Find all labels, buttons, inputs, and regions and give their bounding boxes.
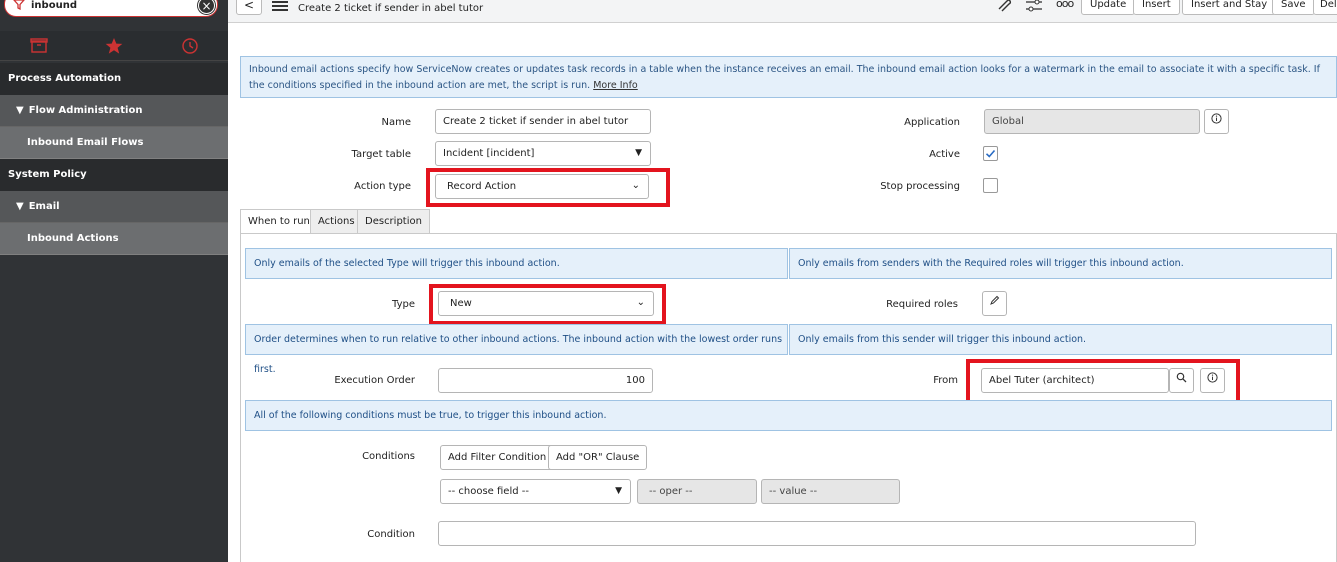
add-filter-condition-button[interactable]: Add Filter Condition	[440, 445, 555, 470]
caret-down-icon: ▼	[16, 201, 24, 212]
filter-navigator-input[interactable]: inbound ×	[4, 0, 218, 17]
sender-info-box: Only emails from this sender will trigge…	[789, 324, 1332, 355]
action-type-label: Action type	[354, 181, 411, 192]
name-label: Name	[381, 117, 411, 128]
caret-down-icon: ▼	[16, 105, 24, 116]
tab-when-to-run[interactable]: When to run	[240, 209, 318, 234]
condition-textarea[interactable]	[438, 521, 1196, 546]
application-info-button[interactable]	[1204, 109, 1229, 134]
execution-order-field[interactable]: 100	[438, 368, 653, 393]
order-info-box: Order determines when to run relative to…	[245, 324, 788, 375]
target-table-label: Target table	[351, 149, 411, 160]
condition-label: Condition	[367, 529, 415, 540]
more-info-link[interactable]: More Info	[593, 80, 638, 91]
conditions-info-box: All of the following conditions must be …	[245, 400, 1332, 431]
nav-module-email[interactable]: ▼ Email	[0, 191, 228, 223]
dropdown-arrow-icon: ▼	[615, 486, 622, 496]
delete-button[interactable]: Del	[1313, 0, 1337, 15]
stop-processing-label: Stop processing	[880, 181, 960, 192]
record-type: ▬▬▬▬▬▬▬▬▬▬▬	[310, 0, 404, 2]
type-info-box: Only emails of the selected Type will tr…	[245, 248, 788, 279]
context-menu-icon[interactable]	[272, 1, 288, 11]
back-button[interactable]: <	[236, 0, 262, 15]
nav-app-process-automation[interactable]: Process Automation	[0, 63, 228, 95]
value-field: -- value --	[761, 479, 900, 504]
navigator-tabs	[0, 31, 228, 61]
record-title: Create 2 ticket if sender in abel tutor	[298, 3, 484, 14]
tab-description[interactable]: Description	[357, 209, 430, 234]
choose-field-select[interactable]: -- choose field -- ▼	[440, 479, 631, 504]
navigator-sidebar: inbound × Process Automation ▼ Flow Admin…	[0, 0, 228, 562]
execution-order-label: Execution Order	[334, 375, 415, 386]
application-label: Application	[904, 117, 960, 128]
oper-select: -- oper --	[637, 479, 757, 504]
conditions-label: Conditions	[362, 451, 415, 462]
clear-filter-icon[interactable]: ×	[198, 0, 215, 14]
update-button[interactable]: Update	[1081, 0, 1136, 15]
dropdown-arrow-icon: ▼	[635, 148, 642, 158]
active-label: Active	[929, 149, 960, 160]
save-button[interactable]: Save	[1272, 0, 1315, 15]
name-field[interactable]: Create 2 ticket if sender in abel tutor	[435, 109, 651, 134]
pencil-icon	[990, 295, 1000, 305]
filter-bar: inbound ×	[0, 0, 228, 28]
history-clock-icon[interactable]	[180, 37, 200, 55]
required-roles-label: Required roles	[886, 299, 958, 310]
info-icon	[1211, 113, 1222, 124]
active-checkbox[interactable]	[983, 146, 998, 161]
attachment-icon[interactable]	[996, 0, 1012, 12]
highlight-type	[429, 284, 666, 325]
add-or-clause-button[interactable]: Add "OR" Clause	[548, 445, 648, 470]
nav-item-inbound-email-flows[interactable]: Inbound Email Flows	[0, 127, 228, 159]
all-apps-icon[interactable]	[29, 37, 49, 55]
intro-info-box: Inbound email actions specify how Servic…	[240, 56, 1337, 98]
application-field: Global	[984, 109, 1200, 134]
edit-roles-button[interactable]	[982, 291, 1007, 316]
form-body: Inbound email actions specify how Servic…	[228, 23, 1337, 562]
form-header: < ▬▬▬▬▬▬▬▬▬▬▬ Create 2 ticket if sender …	[228, 0, 1337, 23]
more-options-icon[interactable]: ooo	[1056, 0, 1074, 10]
stop-processing-checkbox[interactable]	[983, 178, 998, 193]
highlight-action-type	[426, 168, 670, 207]
insert-button[interactable]: Insert	[1133, 0, 1180, 15]
funnel-icon	[13, 0, 25, 10]
filter-text: inbound	[31, 0, 77, 11]
checkmark-icon	[985, 149, 996, 158]
favorites-star-icon[interactable]	[104, 37, 124, 55]
from-label: From	[933, 375, 958, 386]
insert-and-stay-button[interactable]: Insert and Stay	[1182, 0, 1277, 15]
target-table-select[interactable]: Incident [incident] ▼	[435, 141, 651, 166]
tab-actions[interactable]: Actions	[310, 209, 363, 234]
nav-app-system-policy[interactable]: System Policy	[0, 159, 228, 191]
highlight-from	[966, 359, 1240, 404]
settings-sliders-icon[interactable]	[1025, 0, 1043, 14]
nav-item-inbound-actions[interactable]: Inbound Actions	[0, 223, 228, 255]
type-label: Type	[392, 299, 415, 310]
roles-info-box: Only emails from senders with the Requir…	[789, 248, 1332, 279]
nav-module-flow-administration[interactable]: ▼ Flow Administration	[0, 95, 228, 127]
